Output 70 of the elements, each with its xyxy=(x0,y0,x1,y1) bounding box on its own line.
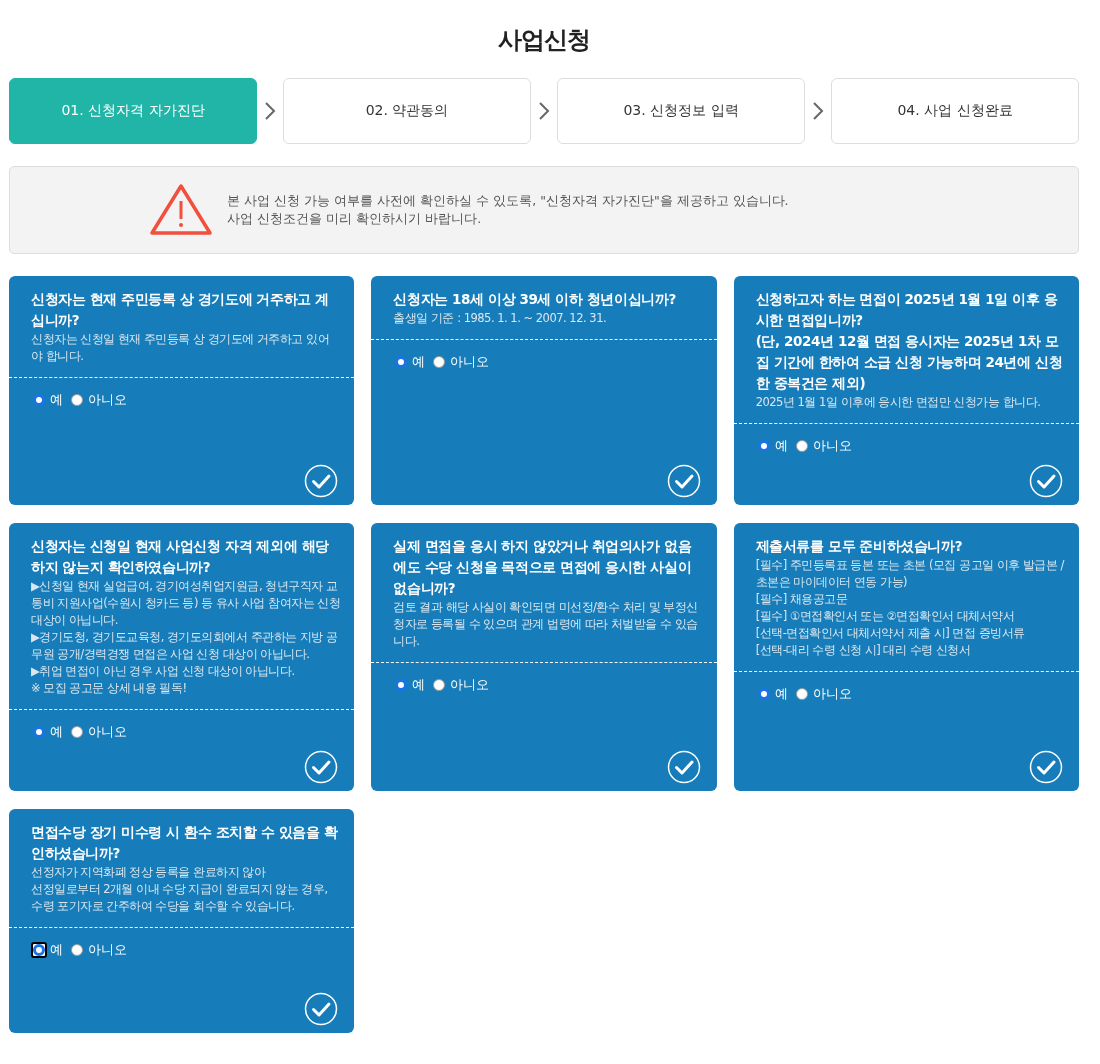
radio-option[interactable]: 아니오 xyxy=(793,437,852,455)
notice-text: 사업 신청조건을 미리 확인하시기 바랍니다. xyxy=(227,210,483,228)
chevron-right-icon xyxy=(538,101,550,121)
question-note: [선택-대리 수령 신청 시] 대리 수령 신청서 xyxy=(755,642,972,659)
step-tab[interactable]: 01. 신청자격 자가진단 xyxy=(9,78,257,144)
question-note: ▶경기도청, 경기도교육청, 경기도의회에서 주관하는 지방 공무원 공개/경력경쟁 면접은 사업 신청 대상이 아닙니다. xyxy=(31,629,339,663)
question-text: 실제 면접을 응시 하지 않았거나 취업의사가 없음에도 수당 신청을 목적으로 면접에 응시한 사실이 없습니까? xyxy=(393,537,693,598)
radio-button[interactable] xyxy=(795,440,808,452)
radio-option[interactable]: 아니오 xyxy=(431,353,490,371)
check-circle-icon xyxy=(666,464,701,498)
radio-button[interactable] xyxy=(433,356,446,368)
question-note: 검토 결과 해당 사실이 확인되면 미선정/환수 처리 및 부정신청자로 등록될 수 있으며 관계 법령에 따라 처벌받을 수 있습니다. xyxy=(393,599,699,650)
question-note: ▶취업 면접이 아닌 경우 사업 신청 대상이 아닙니다. xyxy=(31,663,296,680)
radio-option[interactable]: 아니오 xyxy=(431,676,490,694)
question-text: 신청하고자 하는 면접이 2025년 1월 1일 이후 응시한 면접입니까? xyxy=(755,290,1059,330)
question-text: 신청자는 18세 이상 39세 이하 청년이십니까? xyxy=(393,290,677,309)
radio-option[interactable]: 예 xyxy=(393,353,426,371)
check-circle-icon xyxy=(304,750,339,784)
radio-option[interactable]: 아니오 xyxy=(793,685,852,703)
question-note: 수령 포기자로 간주하여 수당을 회수할 수 있습니다. xyxy=(31,898,296,915)
radio-button[interactable] xyxy=(71,944,83,956)
warning-icon xyxy=(149,183,214,237)
question-text: 면접수당 장기 미수령 시 환수 조치할 수 있음을 확인하셨습니까? xyxy=(31,823,339,863)
radio-button[interactable] xyxy=(71,726,83,738)
radio-button[interactable] xyxy=(757,440,770,452)
question-note: 선정자가 지역화폐 정상 등록을 완료하지 않아 xyxy=(31,864,267,881)
chevron-right-icon xyxy=(812,101,824,121)
step-tab[interactable]: 02. 약관동의 xyxy=(283,78,531,144)
question-text: 신청자는 신청일 현재 사업신청 자격 제외에 해당하지 않는지 확인하였습니까? xyxy=(31,537,330,577)
page-title: 사업신청 xyxy=(497,25,591,56)
radio-option[interactable]: 아니오 xyxy=(69,391,127,409)
question-note: 출생일 기준 : 1985. 1. 1. ~ 2007. 12. 31. xyxy=(393,310,608,327)
notice-text: 본 사업 신청 가능 여부를 사전에 확인하실 수 있도록, "신청자격 자가진단"을 제공하고 있습니다. xyxy=(227,192,789,210)
step-tab[interactable]: 04. 사업 신청완료 xyxy=(831,78,1079,144)
question-note: 2025년 1월 1일 이후에 응시한 면접만 신청가능 합니다. xyxy=(755,394,1042,411)
radio-button[interactable] xyxy=(395,356,408,368)
question-note: [필수] ①면접확인서 또는 ②면접확인서 대체서약서 xyxy=(755,608,1016,625)
check-circle-icon xyxy=(304,464,339,498)
radio-option[interactable]: 예 xyxy=(31,941,63,959)
radio-button[interactable] xyxy=(395,679,408,691)
radio-option[interactable]: 예 xyxy=(755,685,788,703)
step-tab[interactable]: 03. 신청정보 입력 xyxy=(557,78,805,144)
radio-button[interactable] xyxy=(33,394,45,406)
radio-button[interactable] xyxy=(795,688,808,700)
question-note: [필수] 주민등록표 등본 또는 초본 (모집 공고일 이후 발급본 / 초본은 마이데이터 연동 가능) xyxy=(755,557,1065,591)
question-note: 신청자는 신청일 현재 주민등록 상 경기도에 거주하고 있어야 합니다. xyxy=(31,331,331,365)
radio-button[interactable] xyxy=(71,394,83,406)
check-circle-icon xyxy=(666,750,701,784)
radio-option[interactable]: 아니오 xyxy=(69,941,127,959)
check-circle-icon xyxy=(304,992,339,1026)
radio-button[interactable] xyxy=(33,944,45,956)
chevron-right-icon xyxy=(264,101,276,121)
radio-option[interactable]: 아니오 xyxy=(69,723,127,741)
question-text: 제출서류를 모두 준비하셨습니까? xyxy=(755,537,964,556)
check-circle-icon xyxy=(1029,464,1063,498)
question-note: ▶신청일 현재 실업급여, 경기여성취업지원금, 청년구직자 교통비 지원사업(수원시 청카드 등) 등 유사 사업 참여자는 신청 대상이 아닙니다. xyxy=(31,578,341,629)
radio-button[interactable] xyxy=(433,679,446,691)
check-circle-icon xyxy=(1029,750,1063,784)
question-note: ※ 모집 공고문 상세 내용 필독! xyxy=(31,680,188,697)
question-text: (단, 2024년 12월 면접 응시자는 2025년 1차 모집 기간에 한하여 소급 신청 가능하며 24년에 신청한 중복건은 제외) xyxy=(755,332,1064,393)
radio-option[interactable]: 예 xyxy=(31,723,63,741)
question-note: 선정일로부터 2개월 이내 수당 지급이 완료되지 않는 경우, xyxy=(31,881,329,898)
question-note: [필수] 채용공고문 xyxy=(755,591,849,608)
radio-option[interactable]: 예 xyxy=(393,676,426,694)
radio-button[interactable] xyxy=(757,688,770,700)
radio-option[interactable]: 예 xyxy=(755,437,788,455)
question-note: [선택-면접확인서 대체서약서 제출 시] 면접 증빙서류 xyxy=(755,625,1026,642)
question-text: 신청자는 현재 주민등록 상 경기도에 거주하고 계십니까? xyxy=(31,290,330,330)
radio-button[interactable] xyxy=(33,726,45,738)
radio-option[interactable]: 예 xyxy=(31,391,63,409)
